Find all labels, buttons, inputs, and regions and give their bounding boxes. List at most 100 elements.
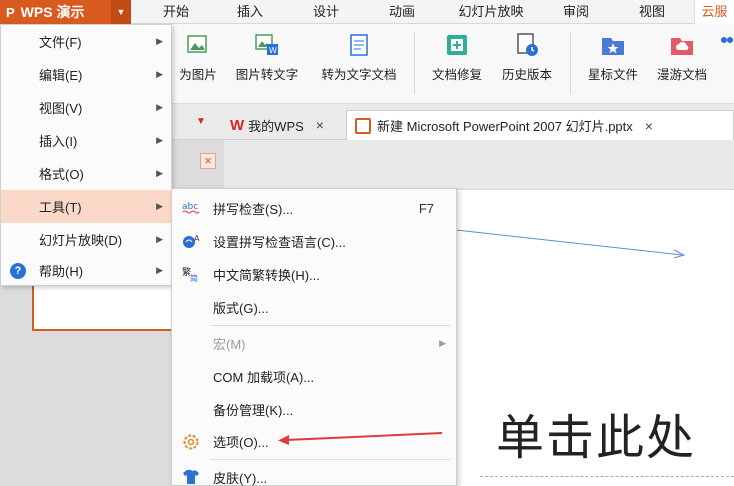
ribbon-label: 图片转文字 [235, 68, 299, 82]
roaming-doc-icon [669, 32, 695, 58]
tab-animation[interactable]: 动画 [368, 0, 436, 24]
doc-repair-icon [444, 32, 470, 58]
svg-text:W: W [269, 46, 277, 55]
submenu-item-skin[interactable]: 皮肤(Y)... [172, 460, 456, 486]
tab-cloud[interactable]: 云服 [694, 0, 734, 24]
spell-check-icon: abc [182, 200, 200, 216]
menu-item-label: 视图(V) [39, 101, 83, 116]
submenu-item-label: 版式(G)... [213, 300, 269, 316]
submenu-item-backup[interactable]: 备份管理(K)... [172, 392, 456, 426]
ribbon-divider [414, 32, 415, 94]
submenu-item-label: 拼写检查(S)... [213, 201, 294, 217]
ribbon-label: 星标文件 [587, 68, 638, 82]
ribbon-doc-repair-button[interactable]: 文档修复 [424, 32, 490, 96]
submenu-item-label: 中文简繁转换(H)... [213, 267, 320, 283]
star-file-icon [600, 32, 626, 58]
menu-item-tools[interactable]: 工具(T) ▶ [1, 190, 171, 223]
close-icon[interactable]: × [645, 118, 653, 134]
tab-view[interactable]: 视图 [622, 0, 682, 24]
submenu-item-label: COM 加载项(A)... [213, 369, 315, 385]
chevron-right-icon: ▶ [156, 234, 163, 244]
ribbon-roaming-doc-button[interactable]: 漫游文档 [650, 32, 714, 96]
chevron-right-icon: ▶ [156, 168, 163, 178]
tab-home[interactable]: 开始 [140, 0, 212, 24]
menu-item-help[interactable]: ? 帮助(H) ▶ [1, 254, 171, 287]
tab-insert[interactable]: 插入 [216, 0, 284, 24]
submenu-item-label: 备份管理(K)... [213, 402, 294, 418]
menu-bar: P WPS 演示 ▼ 开始 插入 设计 动画 幻灯片放映 审阅 视图 云服 [0, 0, 734, 24]
tab-slideshow[interactable]: 幻灯片放映 [444, 0, 538, 24]
slide-placeholder-border [480, 476, 734, 486]
svg-text:A: A [194, 234, 200, 243]
submenu-item-spell-check[interactable]: abc 拼写检查(S)... F7 [172, 191, 456, 225]
tab-document[interactable]: 新建 Microsoft PowerPoint 2007 幻灯片.pptx × [346, 110, 734, 140]
submenu-item-chinese-convert[interactable]: 繁简 中文简繁转换(H)... [172, 257, 456, 291]
wps-w-logo-icon: W [230, 116, 245, 134]
svg-text:abc: abc [182, 202, 198, 212]
wps-logo-icon: P [6, 4, 15, 20]
slide-thumbnail[interactable] [32, 285, 192, 331]
ribbon-history-button[interactable]: 历史版本 [494, 32, 560, 96]
ribbon-to-word-button[interactable]: 转为文字文档 [312, 32, 406, 96]
menu-item-label: 格式(O) [39, 167, 84, 182]
ribbon-overflow-icon[interactable] [718, 32, 734, 96]
menu-item-label: 编辑(E) [39, 68, 83, 83]
to-word-doc-icon [346, 32, 372, 58]
submenu-item-label: 设置拼写检查语言(C)... [213, 234, 346, 250]
image-to-text-icon: W [254, 32, 280, 58]
app-brand-label: WPS 演示 [20, 4, 85, 20]
submenu-item-label: 皮肤(Y)... [213, 470, 268, 486]
wps-app-menu-button[interactable]: P WPS 演示 ▼ [0, 0, 131, 24]
help-icon: ? [10, 262, 26, 279]
submenu-item-layout[interactable]: 版式(G)... [172, 290, 456, 324]
menu-item-view[interactable]: 视图(V) ▶ [1, 91, 171, 124]
submenu-item-label: 选项(O)... [213, 434, 269, 450]
svg-text:简: 简 [190, 273, 198, 282]
menu-item-insert[interactable]: 插入(I) ▶ [1, 124, 171, 157]
shortcut-label: F7 [418, 200, 434, 216]
annotation-arrow [278, 432, 443, 445]
people-icon [718, 32, 734, 58]
ribbon-image-to-text-button[interactable]: W 图片转文字 [228, 32, 306, 96]
close-icon[interactable]: × [316, 117, 324, 133]
chinese-convert-icon: 繁简 [182, 266, 200, 283]
image-convert-icon [185, 32, 211, 58]
chevron-down-icon[interactable]: ▼ [111, 0, 131, 24]
chevron-right-icon: ▶ [156, 102, 163, 112]
menu-item-edit[interactable]: 编辑(E) ▶ [1, 58, 171, 91]
ribbon-to-image-button[interactable]: 为图片 [172, 32, 224, 96]
tab-list-chevron-icon[interactable]: ▼ [196, 116, 206, 127]
submenu-item-spell-language[interactable]: A 设置拼写检查语言(C)... [172, 224, 456, 258]
slide-title-placeholder[interactable]: 单击此处 [496, 398, 696, 468]
spell-language-icon: A [182, 233, 200, 249]
ribbon-divider [570, 32, 571, 94]
wps-main-menu: 文件(F) ▶ 编辑(E) ▶ 视图(V) ▶ 插入(I) ▶ 格式(O) ▶ … [0, 24, 172, 286]
chevron-right-icon: ▶ [156, 69, 163, 79]
ribbon-star-file-button[interactable]: 星标文件 [580, 32, 646, 96]
tab-design[interactable]: 设计 [292, 0, 360, 24]
menu-item-label: 幻灯片放映(D) [39, 233, 123, 248]
submenu-item-label: 宏(M) [213, 336, 246, 352]
pptx-file-icon [355, 117, 371, 134]
submenu-item-com-addins[interactable]: COM 加载项(A)... [172, 359, 456, 393]
ribbon-label: 漫游文档 [656, 68, 707, 82]
panel-close-icon[interactable]: × [200, 153, 216, 169]
menu-item-label: 插入(I) [39, 134, 78, 149]
chevron-right-icon: ▶ [439, 337, 446, 348]
chevron-right-icon: ▶ [156, 265, 163, 275]
history-version-icon [514, 32, 540, 58]
tab-my-wps[interactable]: W 我的WPS × [222, 110, 346, 140]
menu-item-file[interactable]: 文件(F) ▶ [1, 25, 171, 58]
menu-item-format[interactable]: 格式(O) ▶ [1, 157, 171, 190]
tab-review[interactable]: 审阅 [548, 0, 604, 24]
chevron-right-icon: ▶ [156, 36, 163, 46]
ribbon-label: 文档修复 [431, 68, 482, 82]
menu-item-label: 工具(T) [39, 200, 82, 215]
tab-document-label: 新建 Microsoft PowerPoint 2007 幻灯片.pptx [377, 119, 633, 134]
menu-item-slideshow[interactable]: 幻灯片放映(D) ▶ [1, 223, 171, 256]
options-gear-icon [182, 433, 200, 450]
ribbon-label: 为图片 [179, 68, 217, 82]
slide-arrow-line [456, 229, 686, 259]
ribbon-label: 转为文字文档 [321, 68, 397, 82]
menu-item-label: 文件(F) [39, 35, 82, 50]
